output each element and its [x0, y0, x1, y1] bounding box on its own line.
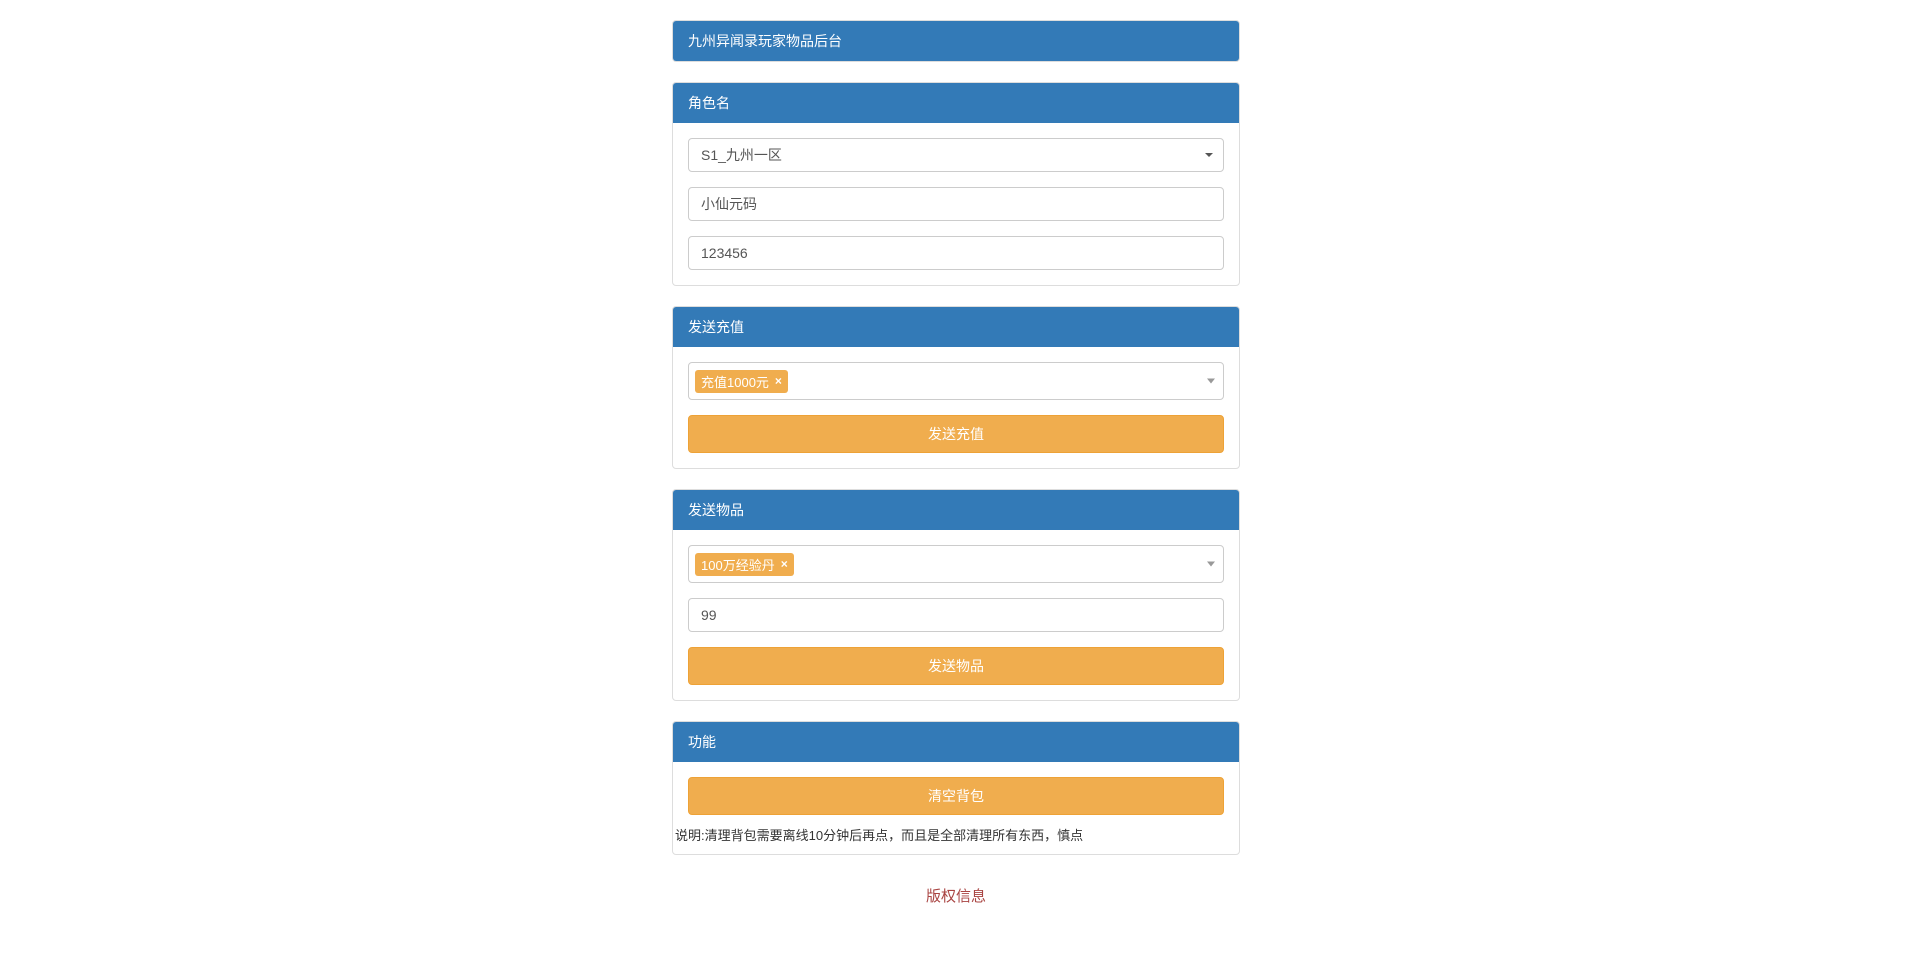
send-recharge-button[interactable]: 发送充值: [688, 415, 1224, 453]
item-tag: 100万经验丹 ×: [695, 553, 794, 576]
panel-function: 功能 清空背包 说明:清理背包需要离线10分钟后再点，而且是全部清理所有东西，慎…: [672, 721, 1240, 855]
server-select[interactable]: S1_九州一区: [688, 138, 1224, 172]
chevron-down-icon: [1207, 562, 1215, 567]
send-item-button[interactable]: 发送物品: [688, 647, 1224, 685]
footer-copyright: 版权信息: [672, 875, 1240, 926]
header-panel: 九州异闻录玩家物品后台: [672, 20, 1240, 62]
character-name-input[interactable]: [688, 187, 1224, 221]
panel-role: 角色名 S1_九州一区: [672, 82, 1240, 286]
panel-item: 发送物品 100万经验丹 × 发送物品: [672, 489, 1240, 701]
recharge-select[interactable]: 充值1000元 ×: [688, 362, 1224, 400]
header-title: 九州异闻录玩家物品后台: [673, 21, 1239, 61]
clear-bag-button[interactable]: 清空背包: [688, 777, 1224, 815]
panel-function-title: 功能: [673, 722, 1239, 762]
item-select[interactable]: 100万经验丹 ×: [688, 545, 1224, 583]
panel-item-title: 发送物品: [673, 490, 1239, 530]
panel-role-title: 角色名: [673, 83, 1239, 123]
chevron-down-icon: [1207, 379, 1215, 384]
panel-recharge: 发送充值 充值1000元 × 发送充值: [672, 306, 1240, 469]
item-quantity-input[interactable]: [688, 598, 1224, 632]
recharge-tag-label: 充值1000元: [701, 372, 769, 391]
function-note: 说明:清理背包需要离线10分钟后再点，而且是全部清理所有东西，慎点: [675, 828, 1083, 843]
remove-icon[interactable]: ×: [775, 374, 782, 388]
panel-recharge-title: 发送充值: [673, 307, 1239, 347]
character-id-input[interactable]: [688, 236, 1224, 270]
item-tag-label: 100万经验丹: [701, 555, 775, 574]
remove-icon[interactable]: ×: [781, 557, 788, 571]
recharge-tag: 充值1000元 ×: [695, 370, 788, 393]
